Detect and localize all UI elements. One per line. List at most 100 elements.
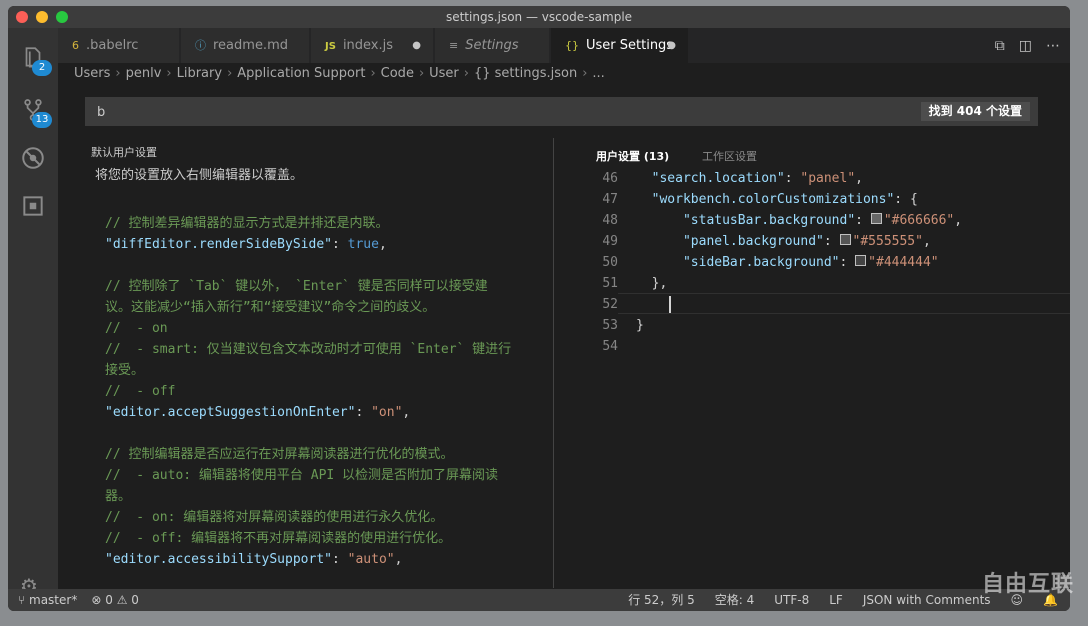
info-icon: ⓘ [195,39,206,52]
tab-index-js[interactable]: JS index.js ● [311,28,434,63]
line-number: 54 [602,339,618,354]
eol-status[interactable]: LF [829,589,843,611]
punctuation: : [855,213,871,228]
line-number: 48 [602,213,618,228]
tab-user-settings-target[interactable]: 用户设置 (13) [596,148,669,164]
default-settings-hint: 将您的设置放入右侧编辑器以覆盖。 [95,168,304,183]
setting-value: "#666666" [883,213,955,228]
setting-key: "editor.accessibilitySupport" [105,552,332,567]
punctuation: : [839,255,856,270]
breadcrumb: Users › penlv › Library › Application Support ›… [58,63,1070,85]
vscode-window: settings.json — vscode-sample 2 13 ⚙ 6 .b… [8,6,1070,611]
line-number: 47 [602,192,618,207]
tab-user-settings[interactable]: {} User Settings ● [551,28,689,63]
comment-text: // - on: 编辑器将对屏幕阅读器的使用进行永久优化。 [105,510,444,525]
setting-value: "#444444" [868,255,939,270]
punctuation: } [636,318,644,333]
color-swatch [855,255,867,266]
tab-readme[interactable]: ⓘ readme.md [181,28,310,63]
punctuation: , [855,171,863,186]
git-branch-icon: ⑂ [18,593,30,607]
comment-text: // - off: 编辑器将不再对屏幕阅读器的使用进行优化。 [105,531,452,546]
more-actions-icon[interactable]: ⋯ [1046,38,1060,54]
settings-search-bar: 找到 404 个设置 [85,97,1038,126]
setting-key: "editor.acceptSuggestionOnEnter" [105,405,356,420]
code-line: "sideBar.background": "#444444" [636,252,962,273]
breadcrumb-item[interactable]: Users [74,66,110,81]
code-line: // - smart: 仅当建议包含文本改动时才可使用 `Enter` 键进行 [105,339,511,360]
punctuation: : [331,237,348,252]
explorer-activity[interactable]: 2 [8,36,58,80]
chevron-right-icon: › [370,66,376,81]
comment-text: // 控制编辑器是否应运行在对屏幕阅读器进行优化的模式。 [105,447,454,462]
problems-status[interactable]: ⊗ 0 ⚠ 0 [91,589,139,611]
line-number-gutter: 46 47 48 49 50 51 52 53 54 [554,168,618,357]
dirty-dot-icon: ● [667,40,676,51]
breadcrumb-item[interactable]: penlv [126,66,162,81]
code-line: // 控制编辑器是否应运行在对屏幕阅读器进行优化的模式。 [105,444,511,465]
comment-text: // - auto: 编辑器将使用平台 API 以检测是否附加了屏幕阅读 [105,468,499,483]
chevron-right-icon: › [418,66,425,81]
open-changes-icon[interactable]: ⧉ [995,38,1005,54]
scm-activity[interactable]: 13 [8,88,58,132]
comment-text: // 控制差异编辑器的显示方式是并排还是内联。 [105,216,389,231]
breadcrumb-item[interactable]: User [429,66,459,81]
setting-key: "search.location" [651,171,785,186]
editor-actions: ⧉ ◫ ⋯ [995,28,1070,63]
code-line [636,336,962,357]
babel-file-icon: 6 [72,39,79,52]
breadcrumb-item[interactable]: Application Support [237,66,365,81]
explorer-badge: 2 [32,60,52,76]
setting-value: "panel" [800,171,856,186]
setting-value: "auto" [347,552,395,567]
tab-workspace-settings[interactable]: 工作区设置 [702,148,757,164]
warning-icon: ⚠ [116,593,132,607]
punctuation: : [331,552,348,567]
punctuation: , [378,237,387,252]
user-settings-code[interactable]: "search.location": "panel", "workbench.c… [636,168,962,357]
json-file-icon: {} [565,39,579,52]
code-line: }, [636,273,962,294]
punctuation: : [355,405,372,420]
window-controls [16,11,68,23]
code-line: "diffEditor.renderSideBySide": true, [105,234,511,255]
setting-value: "#555555" [852,234,923,249]
punctuation: , [954,213,963,228]
encoding-status[interactable]: UTF-8 [774,589,809,611]
minimize-window-button[interactable] [36,11,48,23]
color-swatch [870,213,882,224]
chevron-right-icon: › [115,66,121,81]
comment-text: 接受。 [105,363,145,378]
punctuation [636,339,644,354]
language-mode[interactable]: JSON with Comments [863,589,991,611]
code-line [636,294,962,315]
settings-search-input[interactable] [95,102,699,123]
breadcrumb-item[interactable]: Library [177,66,222,81]
debug-activity[interactable] [8,136,58,180]
default-settings-title: 默认用户设置 [91,146,157,159]
code-line: // - on: 编辑器将对屏幕阅读器的使用进行永久优化。 [105,507,511,528]
tab-settings[interactable]: ≡ Settings [435,28,550,63]
code-line: 器。 [105,486,511,507]
branch-status[interactable]: ⑂ master* [18,589,77,611]
default-settings-code[interactable]: // 控制差异编辑器的显示方式是并排还是内联。 "diffEditor.rende… [105,213,511,570]
line-number: 49 [602,234,618,249]
zoom-window-button[interactable] [56,11,68,23]
tab-babelrc[interactable]: 6 .babelrc [58,28,180,63]
breadcrumb-item[interactable]: {} settings.json [474,66,577,81]
close-window-button[interactable] [16,11,28,23]
line-number: 50 [602,255,618,270]
code-line: "editor.accessibilitySupport": "auto", [105,549,511,570]
editor-tabs: 6 .babelrc ⓘ readme.md JS index.js ● ≡ Setti… [58,28,1070,63]
color-swatch [839,234,851,245]
breadcrumb-item[interactable]: ... [592,66,604,81]
code-line: // - auto: 编辑器将使用平台 API 以检测是否附加了屏幕阅读 [105,465,511,486]
extensions-activity[interactable] [8,184,58,228]
code-line: } [636,315,962,336]
split-editor-icon[interactable]: ◫ [1019,38,1032,54]
indentation-status[interactable]: 空格: 4 [715,589,755,611]
cursor-position[interactable]: 行 52，列 5 [628,589,695,611]
breadcrumb-item[interactable]: Code [381,66,414,81]
